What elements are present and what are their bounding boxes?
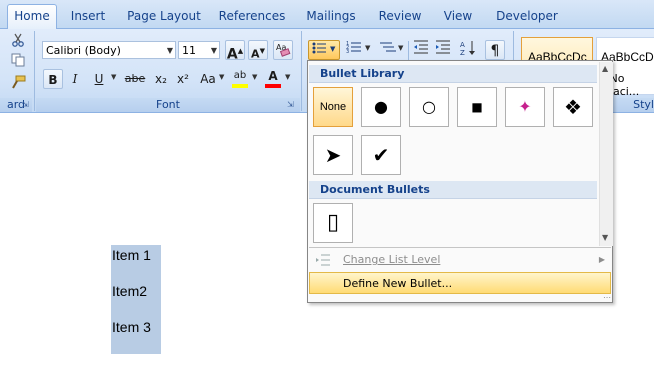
bullet-option-arrow-icon[interactable]: ➤ <box>313 135 353 175</box>
clipboard-dialog-launcher-icon[interactable]: ⇲ <box>22 100 29 109</box>
document-bullets-header: Document Bullets <box>309 181 597 199</box>
bold-button[interactable]: B <box>43 69 63 89</box>
svg-text:▼: ▼ <box>330 45 336 53</box>
tab-view[interactable]: View <box>440 6 476 26</box>
underline-button[interactable]: U <box>89 69 109 89</box>
group-separator <box>408 41 409 61</box>
change-list-level-menu-item: Change List Level ▶ <box>309 249 611 271</box>
change-case-button[interactable]: Aa <box>196 69 220 89</box>
document-list-item[interactable]: Item2 <box>111 281 161 317</box>
clear-formatting-button[interactable]: Aa <box>273 40 293 60</box>
bullet-option-diamond-icon[interactable]: ❖ <box>553 87 593 127</box>
document-list-item[interactable]: Item 1 <box>111 245 161 281</box>
tab-home[interactable]: Home <box>7 4 57 29</box>
svg-text:▼: ▼ <box>398 44 404 52</box>
scroll-down-arrow-icon[interactable]: ▼ <box>602 233 608 242</box>
font-name-combobox[interactable]: Calibri (Body) ▼ <box>42 41 176 59</box>
bullet-library-header: Bullet Library <box>309 65 597 83</box>
bullet-option-none[interactable]: None <box>313 87 353 127</box>
bullet-list-icon: ▼ <box>312 42 336 54</box>
increase-indent-button[interactable] <box>433 40 453 60</box>
grow-font-button[interactable]: A▲ <box>225 40 245 63</box>
underline-dropdown-icon[interactable]: ▼ <box>111 73 116 81</box>
sort-button[interactable]: AZ <box>458 40 478 60</box>
font-size-combobox[interactable]: 11 ▼ <box>178 41 220 59</box>
shrink-font-button[interactable]: A▼ <box>248 40 268 61</box>
highlight-color-swatch <box>232 84 248 88</box>
multilevel-list-button[interactable]: ▼ <box>377 40 407 60</box>
bullet-option-hollow-circle[interactable]: ○ <box>409 87 449 127</box>
svg-text:▼: ▼ <box>365 44 371 52</box>
submenu-arrow-icon: ▶ <box>598 255 605 264</box>
tab-review[interactable]: Review <box>376 6 424 26</box>
list-level-icon <box>316 254 330 266</box>
superscript-button[interactable]: x² <box>173 69 193 89</box>
svg-text:Z: Z <box>460 49 465 56</box>
italic-button[interactable]: I <box>65 69 85 89</box>
svg-text:3: 3 <box>346 49 349 54</box>
format-painter-icon[interactable] <box>8 75 28 95</box>
decrease-indent-button[interactable] <box>411 40 431 60</box>
tab-insert[interactable]: Insert <box>66 6 110 26</box>
resize-grip-icon[interactable]: ⋯ <box>603 294 611 302</box>
document-list-item[interactable]: Item 3 <box>111 317 161 354</box>
chevron-down-icon: ▼ <box>166 46 173 55</box>
bullet-option-filled-circle[interactable]: ● <box>361 87 401 127</box>
subscript-button[interactable]: x₂ <box>151 69 171 89</box>
ribbon-tab-bar: Home Insert Page Layout References Maili… <box>0 0 654 29</box>
increase-indent-icon <box>436 40 450 54</box>
group-separator <box>34 31 35 111</box>
tab-mailings[interactable]: Mailings <box>303 6 359 26</box>
tab-developer[interactable]: Developer <box>494 6 560 26</box>
numbering-button[interactable]: 1 2 3 ▼ <box>343 40 375 60</box>
cut-icon[interactable] <box>8 33 28 53</box>
font-color-swatch <box>265 84 281 88</box>
define-new-bullet-menu-item[interactable]: Define New Bullet... <box>309 272 611 294</box>
sort-icon: AZ <box>460 41 475 57</box>
font-group-label: Font <box>36 98 300 112</box>
bullet-option-checkmark-icon[interactable]: ✔ <box>361 135 401 175</box>
highlight-color-button[interactable]: ab <box>230 69 250 89</box>
font-dialog-launcher-icon[interactable]: ⇲ <box>287 100 294 109</box>
group-separator <box>301 31 302 111</box>
show-hide-paragraph-button[interactable]: ¶ <box>485 40 505 60</box>
dropdown-scrollbar[interactable]: ▲ ▼ <box>599 62 613 246</box>
change-case-dropdown-icon[interactable]: ▼ <box>219 73 224 81</box>
strikethrough-button[interactable]: abe <box>122 69 148 89</box>
font-color-dropdown-icon[interactable]: ▼ <box>285 73 290 81</box>
multilevel-list-icon: ▼ <box>380 42 404 52</box>
font-color-button[interactable]: A <box>263 69 283 89</box>
scroll-up-arrow-icon[interactable]: ▲ <box>602 64 608 73</box>
bullets-dropdown-menu: Bullet Library None ● ○ ■ ✦ ❖ ➤ ✔ Docume… <box>307 60 613 303</box>
eraser-icon: Aa <box>276 43 291 57</box>
bullet-option-star-icon[interactable]: ✦ <box>505 87 545 127</box>
menu-separator <box>309 247 611 248</box>
chevron-down-icon: ▼ <box>210 46 217 55</box>
decrease-indent-icon <box>414 40 428 54</box>
svg-text:A: A <box>460 41 465 49</box>
bullets-button[interactable]: ▼ <box>308 40 340 60</box>
numbered-list-icon: 1 2 3 ▼ <box>346 41 371 55</box>
highlight-dropdown-icon[interactable]: ▼ <box>252 73 257 81</box>
document-bullet-option-rectangle[interactable]: ▯ <box>313 203 353 243</box>
bullet-option-square[interactable]: ■ <box>457 87 497 127</box>
tab-references[interactable]: References <box>218 6 286 26</box>
tab-page-layout[interactable]: Page Layout <box>124 6 204 26</box>
copy-icon[interactable] <box>8 53 28 73</box>
